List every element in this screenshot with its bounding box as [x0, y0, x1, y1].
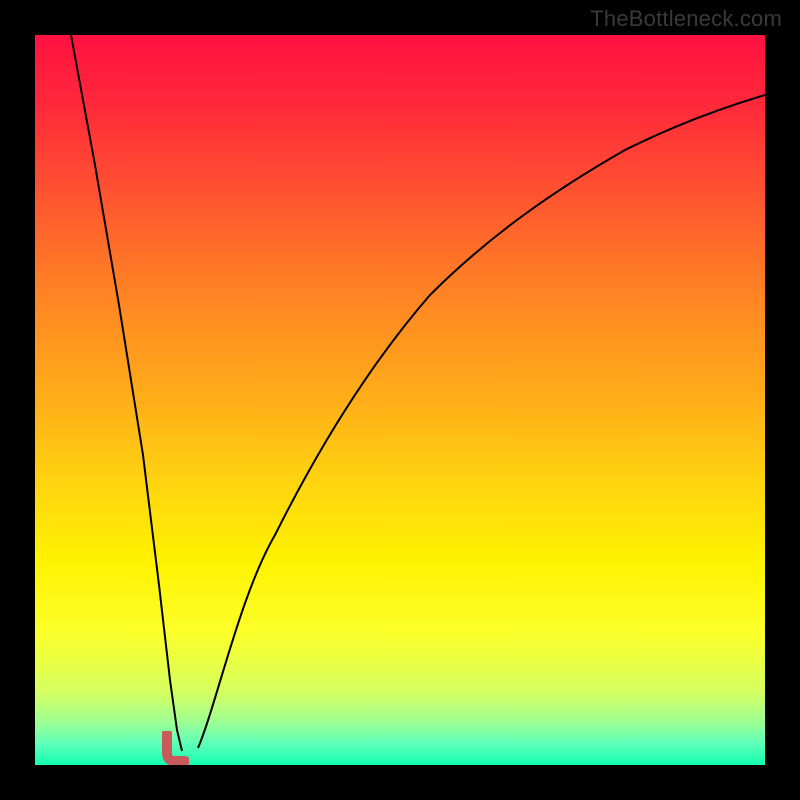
curve-left-branch: [71, 35, 182, 751]
chart-container: TheBottleneck.com: [0, 0, 800, 800]
plot-area: [35, 35, 765, 765]
bottleneck-curve: [35, 35, 765, 765]
watermark-text: TheBottleneck.com: [590, 6, 782, 32]
curve-right-branch: [198, 95, 765, 748]
